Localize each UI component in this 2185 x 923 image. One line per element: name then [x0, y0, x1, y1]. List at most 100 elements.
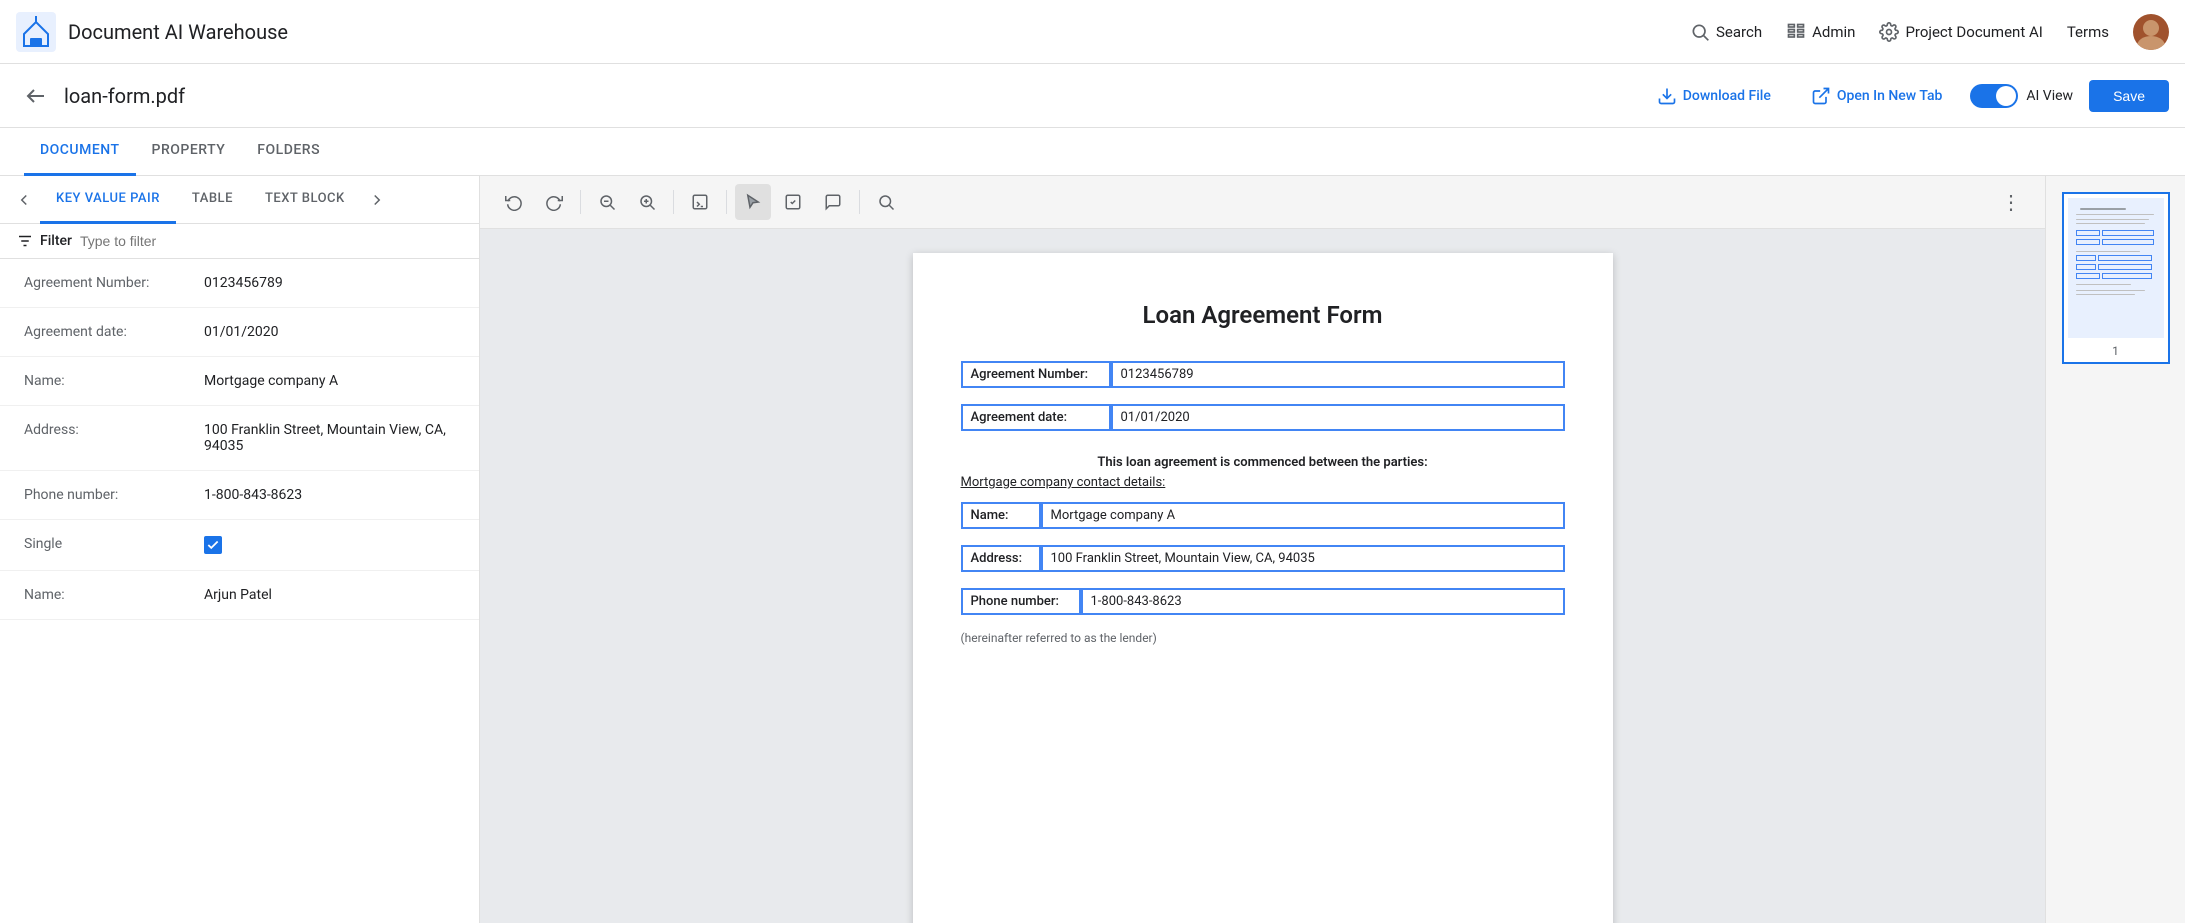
code-icon	[691, 193, 709, 211]
kv-list: Agreement Number: 0123456789 Agreement d…	[0, 259, 479, 923]
top-nav-actions: Search Admin Project Document AI Terms	[1690, 14, 2169, 50]
pdf-label-phone: Phone number:	[961, 588, 1081, 615]
open-tab-label: Open In New Tab	[1837, 88, 1943, 104]
project-nav-item[interactable]: Project Document AI	[1879, 22, 2042, 42]
download-file-button[interactable]: Download File	[1645, 78, 1783, 114]
pdf-intro-bold: This loan agreement is commenced between…	[1097, 455, 1427, 470]
pdf-value-address: 100 Franklin Street, Mountain View, CA, …	[1041, 545, 1565, 572]
filter-input[interactable]	[80, 233, 463, 249]
pdf-value-agreement-number: 0123456789	[1111, 361, 1565, 388]
save-button[interactable]: Save	[2089, 80, 2169, 112]
admin-nav-label: Admin	[1812, 23, 1855, 41]
filter-icon-label: Filter	[16, 232, 72, 250]
pdf-field-agreement-number: Agreement Number: 0123456789	[961, 361, 1565, 388]
admin-icon	[1786, 22, 1806, 42]
sub-tab-next-button[interactable]	[361, 184, 393, 216]
toolbar-separator-3	[726, 190, 727, 214]
toolbar-separator-2	[673, 190, 674, 214]
tab-property[interactable]: PROPERTY	[136, 128, 242, 176]
checkbox-icon	[784, 193, 802, 211]
pdf-value-phone: 1-800-843-8623	[1081, 588, 1565, 615]
checkmark-icon	[206, 538, 220, 552]
sub-tab-text-block[interactable]: TEXT BLOCK	[249, 176, 361, 224]
search-nav-item[interactable]: Search	[1690, 22, 1762, 42]
redo-icon	[545, 193, 563, 211]
zoom-in-button[interactable]	[629, 184, 665, 220]
sub-tab-prev-button[interactable]	[8, 184, 40, 216]
pdf-toolbar: ⋮	[480, 176, 2045, 229]
toggle-knob	[1996, 86, 2016, 106]
thumbnail-content	[2068, 198, 2164, 300]
sub-tab-key-value-pair[interactable]: KEY VALUE PAIR	[40, 176, 176, 224]
pdf-value-name: Mortgage company A	[1041, 502, 1565, 529]
kv-item-single: Single	[0, 520, 479, 571]
file-name-label: loan-form.pdf	[64, 84, 1645, 108]
pdf-label-agreement-number: Agreement Number:	[961, 361, 1111, 388]
sub-tabs: KEY VALUE PAIR TABLE TEXT BLOCK	[0, 176, 479, 224]
redo-button[interactable]	[536, 184, 572, 220]
main-tabs: DOCUMENT PROPERTY FOLDERS	[0, 128, 2185, 176]
undo-button[interactable]	[496, 184, 532, 220]
kv-key-name2: Name:	[24, 587, 204, 603]
pdf-contact-label: Mortgage company contact details:	[961, 475, 1166, 490]
comment-tool-button[interactable]	[815, 184, 851, 220]
checkbox-tool-button[interactable]	[775, 184, 811, 220]
app-logo-icon	[16, 12, 56, 52]
cursor-select-button[interactable]	[735, 184, 771, 220]
open-new-tab-button[interactable]: Open In New Tab	[1799, 78, 1955, 114]
thumbnail-page-number: 1	[2068, 344, 2164, 358]
chevron-left-icon	[15, 191, 33, 209]
sub-tab-table[interactable]: TABLE	[176, 176, 249, 224]
filter-row: Filter	[0, 224, 479, 259]
main-content: KEY VALUE PAIR TABLE TEXT BLOCK Filter	[0, 176, 2185, 923]
user-avatar[interactable]	[2133, 14, 2169, 50]
kv-key-name: Name:	[24, 373, 204, 389]
toolbar-separator-4	[859, 190, 860, 214]
tab-folders[interactable]: FOLDERS	[241, 128, 336, 176]
zoom-out-icon	[598, 193, 616, 211]
tab-document[interactable]: DOCUMENT	[24, 128, 136, 176]
pdf-field-address: Address: 100 Franklin Street, Mountain V…	[961, 545, 1565, 572]
top-navigation: Document AI Warehouse Search Admin Proje…	[0, 0, 2185, 64]
admin-nav-item[interactable]: Admin	[1786, 22, 1855, 42]
pdf-lender-note: (hereinafter referred to as the lender)	[961, 631, 1565, 645]
gear-icon	[1879, 22, 1899, 42]
download-icon	[1657, 86, 1677, 106]
ai-view-toggle[interactable]	[1970, 84, 2018, 108]
back-button[interactable]	[24, 84, 48, 108]
kv-value-phone: 1-800-843-8623	[204, 487, 455, 503]
pdf-field-agreement-date: Agreement date: 01/01/2020	[961, 404, 1565, 431]
pdf-content-area: Loan Agreement Form Agreement Number: 01…	[480, 229, 2045, 923]
secondary-toolbar: loan-form.pdf Download File Open In New …	[0, 64, 2185, 128]
kv-item-phone: Phone number: 1-800-843-8623	[0, 471, 479, 520]
pdf-field-phone: Phone number: 1-800-843-8623	[961, 588, 1565, 615]
kv-item-address: Address: 100 Franklin Street, Mountain V…	[0, 406, 479, 471]
comment-icon	[824, 193, 842, 211]
right-panel: 1	[2045, 176, 2185, 923]
ai-view-toggle-container: AI View	[1970, 84, 2073, 108]
chevron-right-icon	[368, 191, 386, 209]
kv-item-agreement-number: Agreement Number: 0123456789	[0, 259, 479, 308]
kv-key-address: Address:	[24, 422, 204, 454]
app-logo-area: Document AI Warehouse	[16, 12, 1690, 52]
back-arrow-icon	[24, 84, 48, 108]
pdf-label-name: Name:	[961, 502, 1041, 529]
kv-key-phone: Phone number:	[24, 487, 204, 503]
kv-key-single: Single	[24, 536, 204, 554]
terms-nav-item[interactable]: Terms	[2067, 23, 2109, 41]
code-view-button[interactable]	[682, 184, 718, 220]
toolbar-more-button[interactable]: ⋮	[1993, 184, 2029, 220]
pdf-page: Loan Agreement Form Agreement Number: 01…	[913, 253, 1613, 923]
kv-value-name2: Arjun Patel	[204, 587, 455, 603]
kv-item-agreement-date: Agreement date: 01/01/2020	[0, 308, 479, 357]
search-nav-label: Search	[1716, 23, 1762, 41]
kv-item-name: Name: Mortgage company A	[0, 357, 479, 406]
toolbar-separator-1	[580, 190, 581, 214]
zoom-out-button[interactable]	[589, 184, 625, 220]
pdf-contact-label-row: Mortgage company contact details:	[961, 474, 1565, 490]
thumbnail-page-1[interactable]: 1	[2062, 192, 2170, 364]
pdf-search-button[interactable]	[868, 184, 904, 220]
kv-value-single-checkbox	[204, 536, 222, 554]
filter-label: Filter	[40, 233, 72, 249]
kv-value-agreement-date: 01/01/2020	[204, 324, 455, 340]
